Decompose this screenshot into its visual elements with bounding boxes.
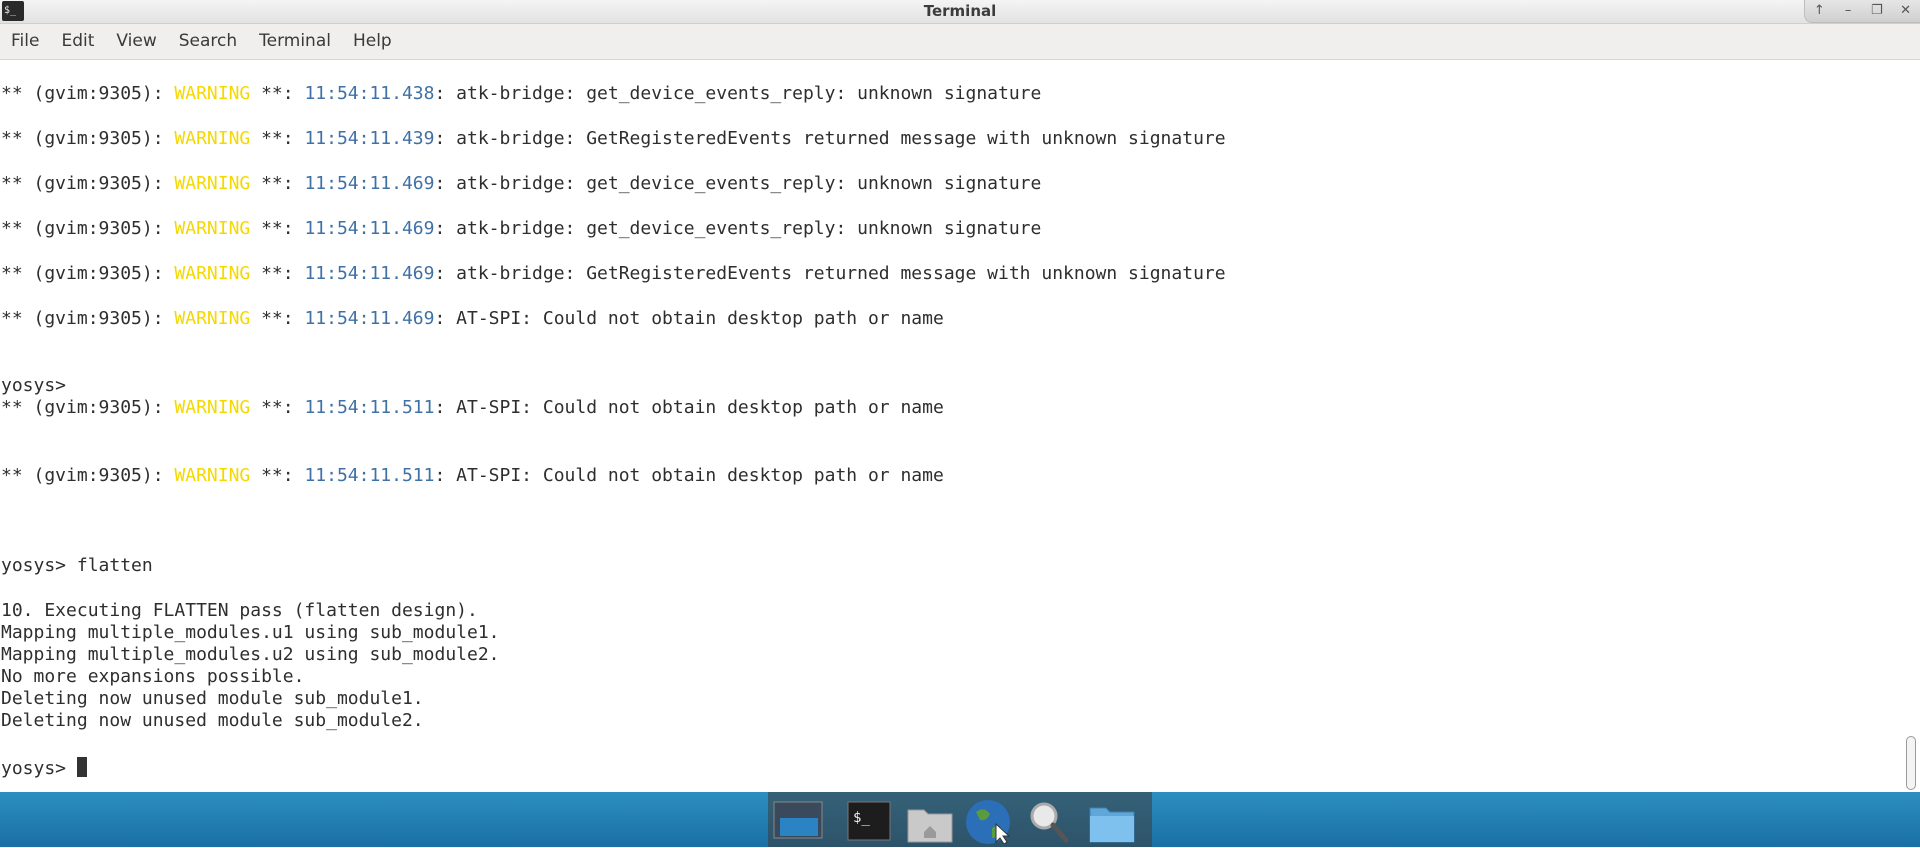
window-controls: ↑ – ❐ ✕ (1804, 0, 1920, 23)
web-browser-icon[interactable] (964, 798, 1016, 845)
output-line: Mapping multiple_modules.u1 using sub_mo… (1, 622, 500, 643)
output-line: Deleting now unused module sub_module1. (1, 688, 424, 709)
prompt-line: yosys> (1, 375, 67, 396)
menu-terminal[interactable]: Terminal (248, 24, 342, 59)
log-line: ** (gvim:9305): WARNING **: 11:54:11.469… (1, 173, 1042, 194)
home-folder-icon[interactable] (904, 798, 956, 844)
desktop-icon[interactable] (772, 798, 824, 844)
svg-text:$_: $_ (853, 810, 870, 826)
menu-view[interactable]: View (105, 24, 167, 59)
title-bar: $_ Terminal ↑ – ❐ ✕ (0, 0, 1920, 24)
text-cursor (76, 757, 87, 777)
terminal-icon[interactable]: $_ (844, 798, 896, 844)
menu-bar: File Edit View Search Terminal Help (0, 24, 1920, 60)
taskbar: $_ (0, 792, 1920, 847)
output-line: 10. Executing FLATTEN pass (flatten desi… (1, 600, 478, 621)
restore-icon[interactable]: ❐ (1867, 2, 1887, 20)
menu-search[interactable]: Search (168, 24, 248, 59)
output-line: No more expansions possible. (1, 666, 305, 687)
current-prompt[interactable]: yosys> (1, 757, 87, 780)
log-line: ** (gvim:9305): WARNING **: 11:54:11.439… (1, 128, 1226, 149)
log-line: ** (gvim:9305): WARNING **: 11:54:11.469… (1, 308, 944, 329)
log-line: ** (gvim:9305): WARNING **: 11:54:11.469… (1, 218, 1042, 239)
minimize-icon[interactable]: – (1838, 2, 1858, 20)
log-line: ** (gvim:9305): WARNING **: 11:54:11.438… (1, 83, 1042, 104)
dock: $_ (768, 792, 1152, 847)
vertical-scrollbar[interactable] (1902, 60, 1920, 791)
log-line: ** (gvim:9305): WARNING **: 11:54:11.511… (1, 397, 944, 418)
terminal-output[interactable]: ** (gvim:9305): WARNING **: 11:54:11.438… (0, 60, 1902, 791)
scrollbar-thumb[interactable] (1906, 736, 1916, 790)
shade-up-icon[interactable]: ↑ (1809, 2, 1829, 20)
log-line: ** (gvim:9305): WARNING **: 11:54:11.511… (1, 465, 944, 486)
folder-icon[interactable] (1086, 798, 1138, 844)
search-icon[interactable] (1024, 798, 1076, 844)
command-line: yosys> flatten (1, 555, 153, 576)
output-line: Deleting now unused module sub_module2. (1, 710, 424, 731)
menu-edit[interactable]: Edit (50, 24, 105, 59)
menu-help[interactable]: Help (342, 24, 403, 59)
output-line: Mapping multiple_modules.u2 using sub_mo… (1, 644, 500, 665)
window-title: Terminal (923, 2, 997, 20)
log-line: ** (gvim:9305): WARNING **: 11:54:11.469… (1, 263, 1226, 284)
menu-file[interactable]: File (0, 24, 50, 59)
close-icon[interactable]: ✕ (1896, 2, 1916, 20)
